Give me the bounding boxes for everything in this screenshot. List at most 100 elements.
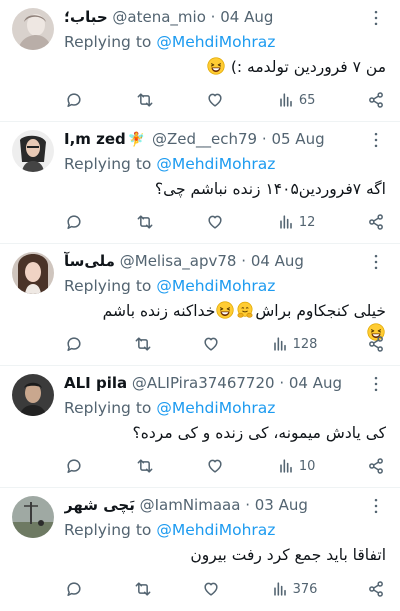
tweet-text: اگه ۷فروردین۱۴۰۵ زنده نباشم چی؟	[64, 178, 386, 200]
reply-tweet[interactable]: ALI pila @ALIPira37467720 · 04 Aug Reply…	[0, 366, 400, 488]
replying-to: Replying to @MehdiMohraz	[64, 275, 275, 297]
share-button[interactable]	[366, 334, 386, 354]
user-handle[interactable]: @IamNimaaa	[140, 496, 241, 514]
like-icon	[201, 579, 221, 599]
retweet-button[interactable]	[133, 579, 153, 599]
separator-dot: ·	[279, 374, 285, 392]
views-icon	[270, 334, 290, 354]
tweet-date[interactable]: 04 Aug	[251, 252, 304, 270]
like-icon	[205, 90, 225, 110]
replying-to-label: Replying to	[64, 33, 152, 51]
comment-icon	[64, 334, 84, 354]
like-icon	[205, 456, 225, 476]
views-count: 12	[298, 214, 316, 230]
retweet-icon	[135, 212, 155, 232]
reply-tweet[interactable]: ملی‌سآ @Melisa_apv78 · 04 Aug Replying t…	[0, 244, 400, 366]
hugging-face-emoji-icon	[236, 301, 254, 319]
tweet-text-part2: خداکنه زنده باشم	[102, 302, 216, 320]
display-name[interactable]: I,m zed	[64, 130, 126, 148]
reply-button[interactable]	[64, 334, 84, 354]
like-button[interactable]	[201, 334, 221, 354]
separator-dot: ·	[261, 130, 267, 148]
avatar[interactable]	[12, 8, 54, 50]
reply-tweet[interactable]: بَچی شهر @IamNimaaa · 03 Aug Replying to…	[0, 488, 400, 610]
tweet-header: بَچی شهر @IamNimaaa · 03 Aug	[64, 494, 360, 516]
replying-to-label: Replying to	[64, 277, 152, 295]
reply-button[interactable]	[64, 579, 84, 599]
comment-icon	[64, 456, 84, 476]
replying-to-handle[interactable]: @MehdiMohraz	[156, 33, 275, 51]
reply-button[interactable]	[64, 90, 84, 110]
user-handle[interactable]: @atena_mio	[112, 8, 205, 26]
replying-to-label: Replying to	[64, 155, 152, 173]
display-name[interactable]: حباب؛	[64, 8, 108, 26]
comment-icon	[64, 90, 84, 110]
tweet-date[interactable]: 03 Aug	[255, 496, 308, 514]
fairy-emoji-icon: 🧚	[127, 132, 146, 148]
reply-button[interactable]	[64, 212, 84, 232]
avatar[interactable]	[12, 496, 54, 538]
more-options-icon[interactable]	[366, 8, 386, 28]
user-handle[interactable]: @Zed__ech79	[152, 130, 257, 148]
avatar[interactable]	[12, 374, 54, 416]
tweet-date[interactable]: 04 Aug	[220, 8, 273, 26]
retweet-icon	[135, 90, 155, 110]
like-button[interactable]	[205, 212, 225, 232]
display-name[interactable]: ALI pila	[64, 374, 127, 392]
grinning-squint-face-emoji-icon	[207, 57, 225, 75]
tweet-text-content: اتفاقا باید جمع کرد رفت بیرون	[190, 546, 386, 564]
like-button[interactable]	[205, 90, 225, 110]
retweet-icon	[133, 579, 153, 599]
share-button[interactable]	[366, 90, 386, 110]
retweet-icon	[135, 456, 155, 476]
more-options-icon[interactable]	[366, 374, 386, 394]
display-name[interactable]: بَچی شهر	[64, 496, 135, 514]
reply-tweet[interactable]: I,m zed 🧚 @Zed__ech79 · 05 Aug Replying t…	[0, 122, 400, 244]
views-count: 128	[292, 336, 318, 352]
tweet-header: ملی‌سآ @Melisa_apv78 · 04 Aug	[64, 250, 360, 272]
more-options-icon[interactable]	[366, 252, 386, 272]
tweet-header: ALI pila @ALIPira37467720 · 04 Aug	[64, 372, 360, 394]
views-icon	[276, 212, 296, 232]
avatar[interactable]	[12, 130, 54, 172]
tweet-text-content: کی یادش میمونه، کی زنده و کی مرده؟	[132, 424, 386, 442]
views-button[interactable]: 10	[276, 456, 315, 476]
share-icon	[366, 456, 386, 476]
display-name[interactable]: ملی‌سآ	[64, 252, 115, 270]
share-button[interactable]	[366, 579, 386, 599]
retweet-button[interactable]	[135, 212, 155, 232]
replying-to-handle[interactable]: @MehdiMohraz	[156, 399, 275, 417]
views-button[interactable]: 65	[276, 90, 316, 110]
replying-to: Replying to @MehdiMohraz	[64, 153, 275, 175]
separator-dot: ·	[241, 252, 247, 270]
like-button[interactable]	[205, 456, 225, 476]
share-button[interactable]	[366, 456, 386, 476]
replying-to-handle[interactable]: @MehdiMohraz	[156, 521, 275, 539]
user-handle[interactable]: @Melisa_apv78	[120, 252, 237, 270]
more-options-icon[interactable]	[366, 496, 386, 516]
views-button[interactable]: 12	[276, 212, 316, 232]
more-options-icon[interactable]	[366, 130, 386, 150]
share-button[interactable]	[366, 212, 386, 232]
replying-to-handle[interactable]: @MehdiMohraz	[156, 155, 275, 173]
comment-icon	[64, 579, 84, 599]
action-bar: 65	[64, 89, 386, 111]
retweet-button[interactable]	[133, 334, 153, 354]
retweet-button[interactable]	[135, 456, 155, 476]
user-handle[interactable]: @ALIPira37467720	[132, 374, 275, 392]
retweet-button[interactable]	[135, 90, 155, 110]
share-icon	[366, 90, 386, 110]
tweet-date[interactable]: 05 Aug	[271, 130, 324, 148]
views-button[interactable]: 128	[270, 334, 318, 354]
reply-tweet[interactable]: حباب؛ @atena_mio · 04 Aug Replying to @M…	[0, 0, 400, 122]
views-button[interactable]: 376	[270, 579, 317, 599]
like-button[interactable]	[201, 579, 221, 599]
replying-to-handle[interactable]: @MehdiMohraz	[156, 277, 275, 295]
views-count: 65	[298, 92, 316, 108]
share-icon	[366, 212, 386, 232]
avatar[interactable]	[12, 252, 54, 294]
replying-to: Replying to @MehdiMohraz	[64, 31, 275, 53]
reply-button[interactable]	[64, 456, 84, 476]
tweet-text: من ۷ فروردین تولدمه :)	[64, 56, 386, 78]
tweet-date[interactable]: 04 Aug	[289, 374, 342, 392]
